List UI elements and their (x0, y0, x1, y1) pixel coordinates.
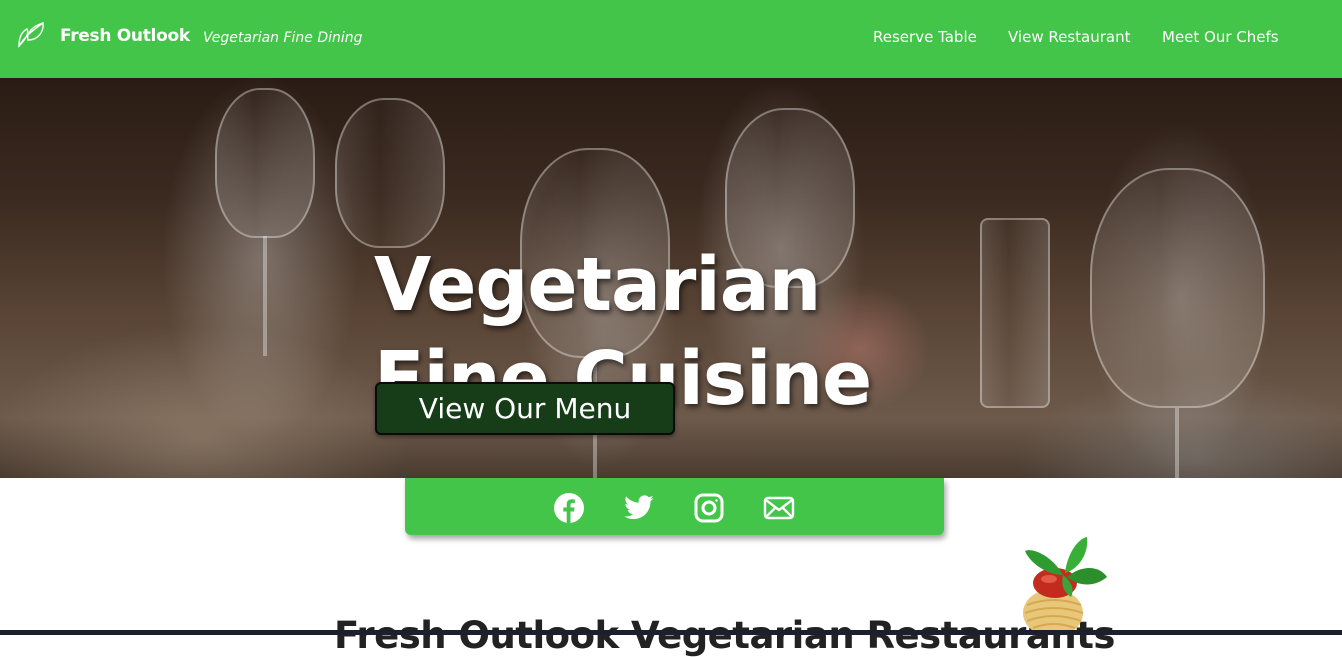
nav-link-reserve-table[interactable]: Reserve Table (873, 28, 977, 46)
brand-name[interactable]: Fresh Outlook (60, 26, 190, 46)
instagram-icon[interactable] (693, 492, 725, 524)
section-heading: Fresh Outlook Vegetarian Restaurants (334, 613, 1115, 657)
nav-link-meet-our-chefs[interactable]: Meet Our Chefs (1162, 28, 1279, 46)
nav-link-view-restaurant[interactable]: View Restaurant (1008, 28, 1130, 46)
navbar: Fresh Outlook Vegetarian Fine Dining Res… (0, 0, 1342, 78)
brand-tagline: Vegetarian Fine Dining (203, 30, 363, 46)
facebook-icon[interactable] (553, 492, 585, 524)
next-section-edge (0, 630, 1342, 635)
social-links-bar (405, 478, 944, 535)
view-menu-button[interactable]: View Our Menu (375, 382, 675, 435)
hero-banner: Vegetarian Fine Cuisine View Our Menu (0, 78, 1342, 478)
email-icon[interactable] (763, 492, 795, 524)
twitter-icon[interactable] (623, 492, 655, 524)
hero-title-line-1: Vegetarian (374, 241, 821, 328)
pasta-icon (1015, 535, 1111, 637)
leaf-icon[interactable] (16, 20, 46, 48)
